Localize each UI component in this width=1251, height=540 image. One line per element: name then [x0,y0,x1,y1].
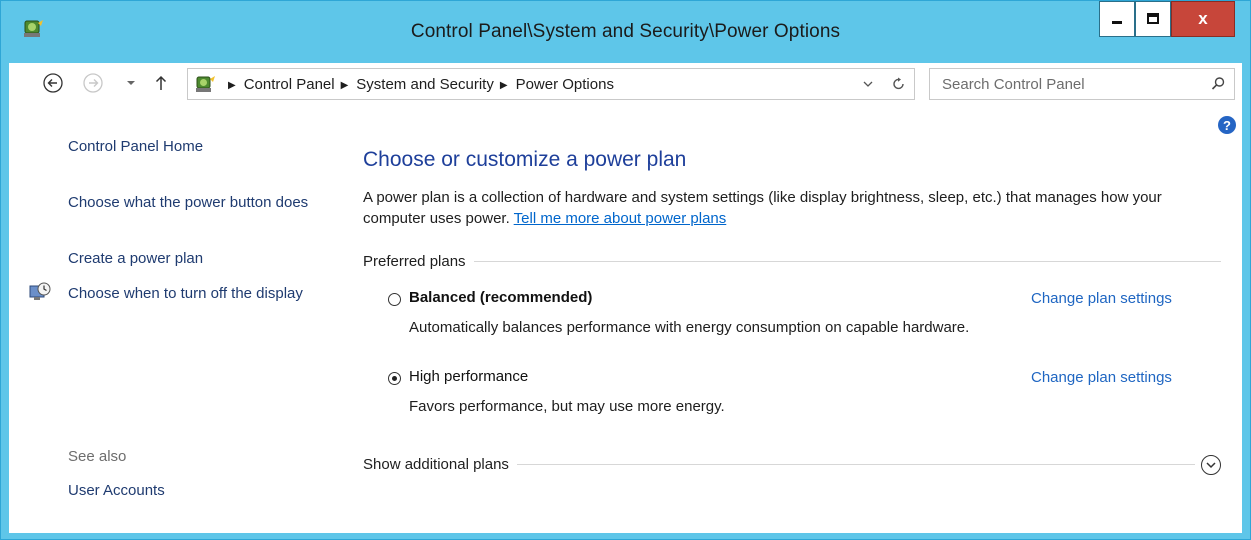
minimize-button[interactable] [1099,1,1135,37]
create-power-plan-link[interactable]: Create a power plan [68,248,203,269]
balanced-radio[interactable] [388,293,401,306]
up-button[interactable] [149,71,173,95]
search-icon[interactable] [1210,76,1226,92]
content-area: Control Panel Home Choose what the power… [9,107,1242,533]
user-accounts-link[interactable]: User Accounts [68,480,165,501]
close-icon: x [1198,9,1208,28]
balanced-plan-description: Automatically balances performance with … [409,319,970,336]
control-panel-home-link[interactable]: Control Panel Home [68,136,203,157]
high-performance-plan-description: Favors performance, but may use more ene… [409,398,725,415]
page-title: Choose or customize a power plan [363,148,687,171]
window-frame: Control Panel\System and Security\Power … [0,0,1251,540]
recent-locations-button[interactable] [119,71,143,95]
expand-additional-plans-button[interactable] [1201,455,1221,475]
breadcrumb-chevron-icon[interactable]: ▶ [500,80,508,91]
breadcrumb-chevron-icon[interactable]: ▶ [228,80,236,91]
breadcrumb-control-panel[interactable]: Control Panel [244,76,335,93]
maximize-icon [1147,13,1159,24]
breadcrumb-power-options[interactable]: Power Options [516,76,614,93]
show-additional-plans-label[interactable]: Show additional plans [363,456,517,473]
address-controls [862,76,906,92]
task-pane: Control Panel Home Choose what the power… [9,107,339,533]
help-icon[interactable]: ? [1218,116,1236,134]
breadcrumb: ▶ Control Panel ▶ System and Security ▶ Power… [222,76,614,93]
forward-arrow-icon [83,73,103,93]
balanced-change-settings-link[interactable]: Change plan settings [1031,290,1172,307]
back-button[interactable] [41,71,65,95]
up-arrow-icon [155,75,167,90]
see-also-heading: See also [68,448,127,465]
forward-button[interactable] [81,71,105,95]
turn-off-display-link[interactable]: Choose when to turn off the display [68,283,318,304]
preferred-plans-divider [363,261,1221,262]
breadcrumb-chevron-icon[interactable]: ▶ [341,80,349,91]
high-performance-plan-name[interactable]: High performance [409,368,528,385]
maximize-button[interactable] [1135,1,1171,37]
back-arrow-icon [43,73,63,93]
balanced-plan-name[interactable]: Balanced (recommended) [409,289,592,306]
breadcrumb-system-and-security[interactable]: System and Security [356,76,494,93]
title-bar[interactable]: Control Panel\System and Security\Power … [1,1,1250,63]
chevron-down-icon [127,81,135,85]
clock-monitor-icon [29,282,51,300]
description-text: A power plan is a collection of hardware… [363,189,1162,227]
navigation-toolbar: ▶ Control Panel ▶ System and Security ▶ Power… [9,63,1242,107]
window-title: Control Panel\System and Security\Power … [410,21,841,42]
refresh-icon[interactable] [892,77,906,91]
search-box[interactable]: Search Control Panel [929,68,1235,100]
address-dropdown-icon[interactable] [862,78,874,90]
address-bar[interactable]: ▶ Control Panel ▶ System and Security ▶ Power… [187,68,915,100]
page-description: A power plan is a collection of hardware… [363,187,1213,229]
chevron-down-icon [1206,462,1216,469]
high-performance-change-settings-link[interactable]: Change plan settings [1031,369,1172,386]
search-input[interactable]: Search Control Panel [942,76,1085,93]
preferred-plans-label: Preferred plans [363,253,474,270]
power-button-link[interactable]: Choose what the power button does [68,192,338,213]
control-panel-icon [196,76,215,92]
high-performance-radio[interactable] [388,372,401,385]
minimize-icon [1112,21,1122,24]
power-plans-help-link[interactable]: Tell me more about power plans [514,210,727,227]
close-button[interactable]: x [1171,1,1235,37]
